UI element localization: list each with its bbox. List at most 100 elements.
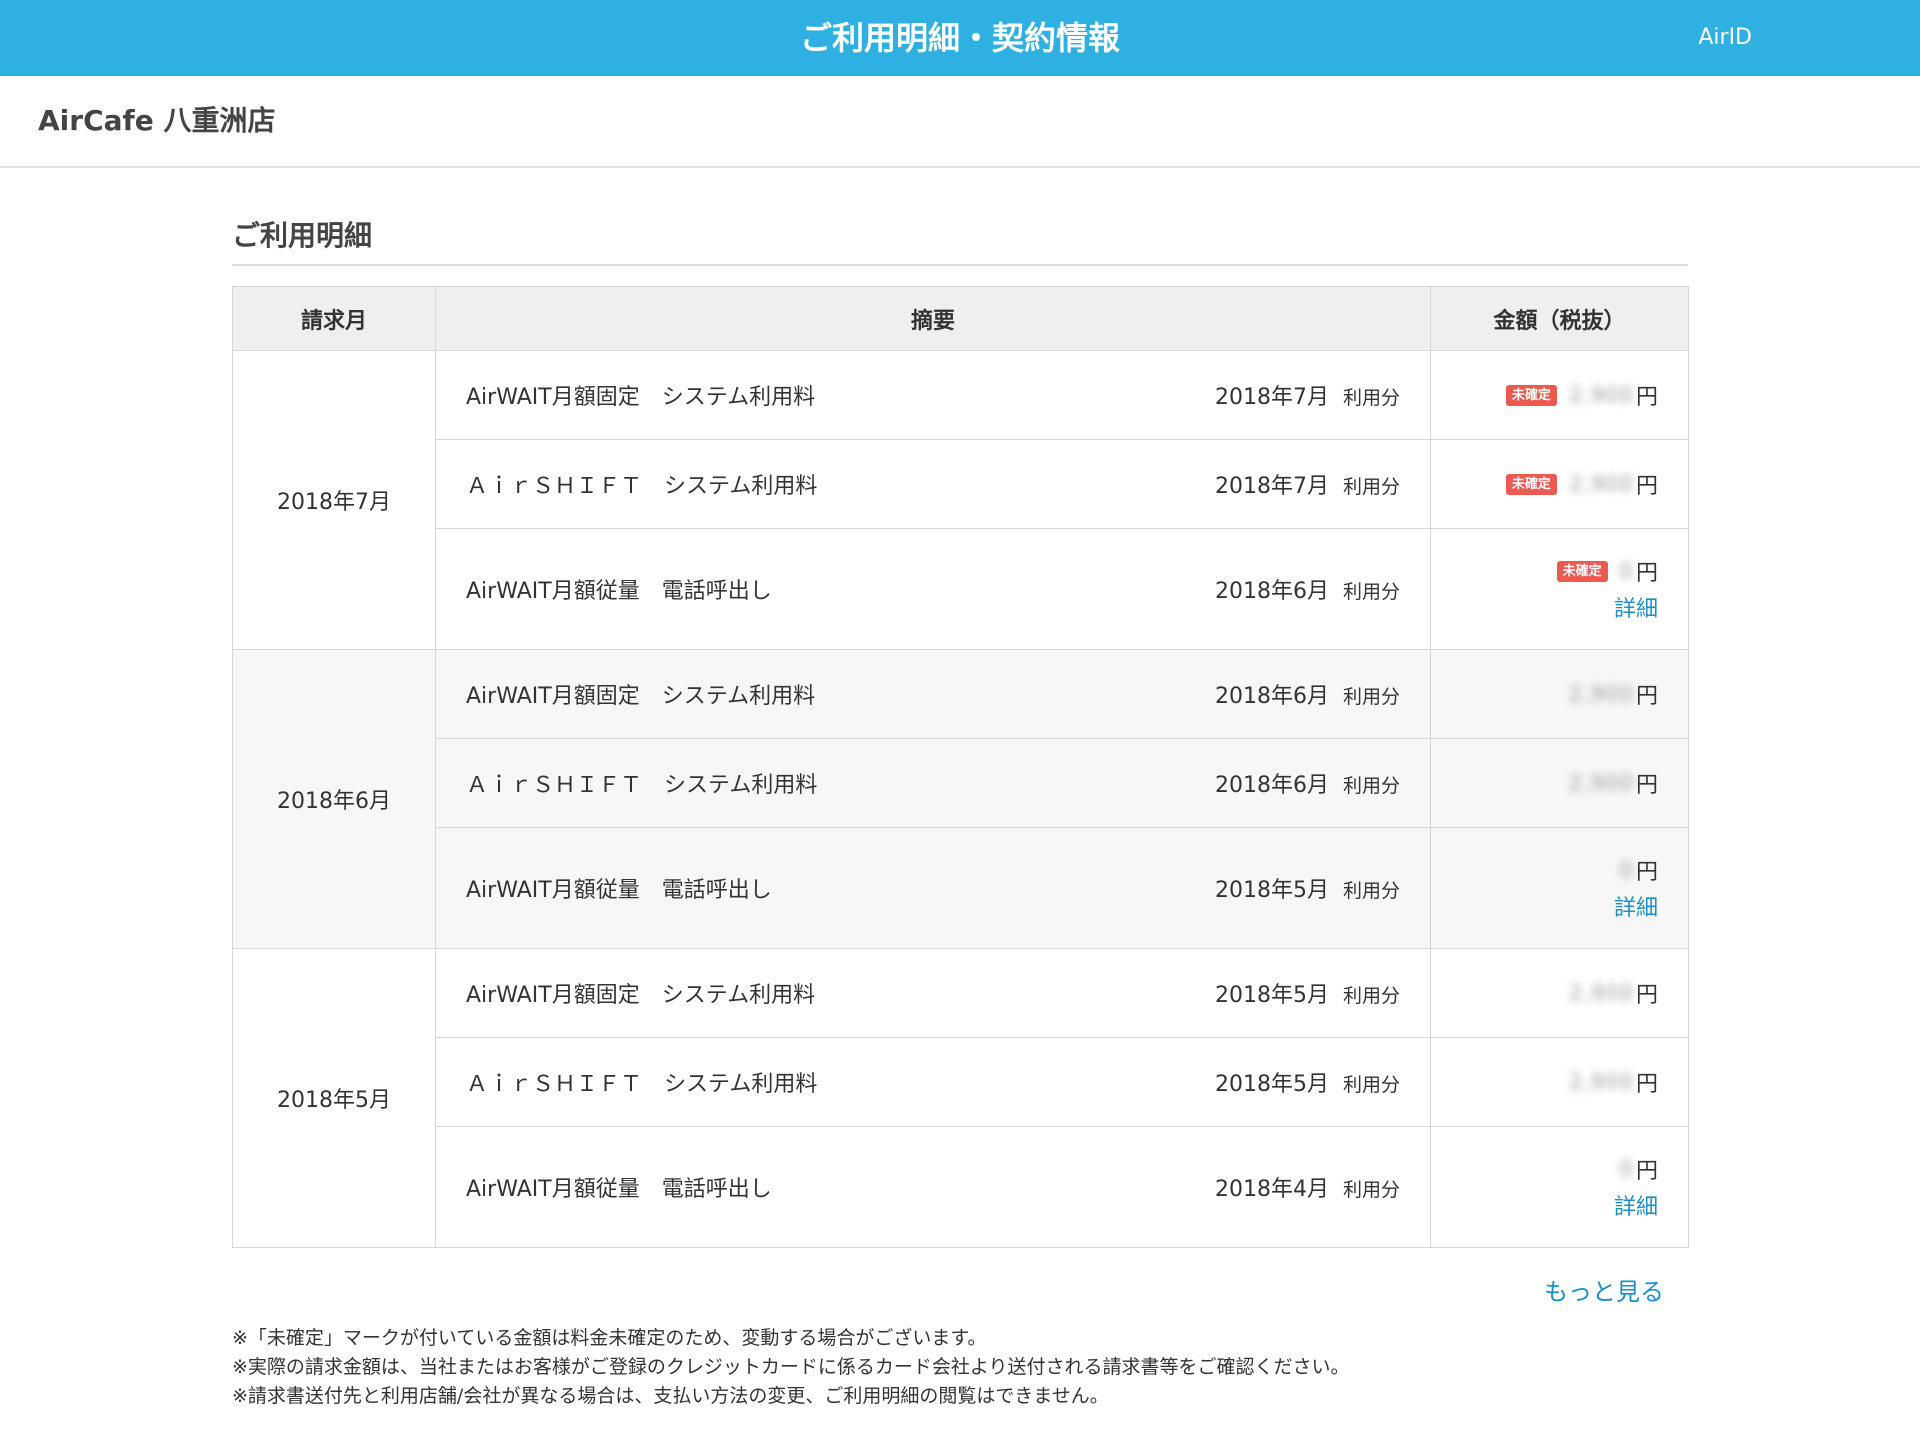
detail-link[interactable]: 詳細 xyxy=(1461,591,1658,623)
description-cell: ＡｉｒＳＨＩＦＴ システム利用料 2018年5月 利用分 xyxy=(435,1037,1431,1127)
service-name: AirWAIT月額従量 電話呼出し xyxy=(466,878,772,903)
service-name: AirWAIT月額固定 システム利用料 xyxy=(466,983,816,1008)
description-cell: ＡｉｒＳＨＩＦＴ システム利用料 2018年6月 利用分 xyxy=(435,738,1431,828)
usage-suffix: 利用分 xyxy=(1342,1179,1400,1201)
yen-unit: 円 xyxy=(1635,1072,1658,1097)
yen-unit: 円 xyxy=(1635,561,1658,586)
amount-cell: 2,900 円 xyxy=(1430,738,1689,828)
description-cell: AirWAIT月額固定 システム利用料 2018年5月 利用分 xyxy=(435,948,1431,1038)
yen-unit: 円 xyxy=(1635,474,1658,499)
yen-unit: 円 xyxy=(1635,385,1658,410)
description-cell: ＡｉｒＳＨＩＦＴ システム利用料 2018年7月 利用分 xyxy=(435,439,1431,529)
usage-period-month: 2018年6月 xyxy=(1214,684,1329,709)
table-row: 2018年5月 AirWAIT月額固定 システム利用料 2018年5月 利用分 2,90… xyxy=(232,948,1689,1248)
amount-value: 2,900 xyxy=(1568,981,1634,1005)
show-more-link[interactable]: もっと見る xyxy=(1544,1272,1664,1307)
table-header-row: 請求月 摘要 金額（税抜） xyxy=(232,286,1689,351)
amount-cell: 0 円詳細 xyxy=(1430,827,1689,949)
usage-suffix: 利用分 xyxy=(1342,686,1400,708)
usage-period: 2018年5月 利用分 xyxy=(1215,872,1400,904)
detail-link[interactable]: 詳細 xyxy=(1461,1189,1658,1221)
amount-cell: 2,900 円 xyxy=(1430,948,1689,1038)
table-row: AirWAIT月額従量 電話呼出し 2018年4月 利用分 0 円詳細 xyxy=(233,1126,1689,1248)
description-cell: AirWAIT月額従量 電話呼出し 2018年6月 利用分 xyxy=(435,528,1431,650)
yen-unit: 円 xyxy=(1635,1159,1658,1184)
store-name: AirCafe 八重洲店 xyxy=(38,104,276,137)
usage-period-month: 2018年5月 xyxy=(1214,1072,1329,1097)
note-line: ※「未確定」マークが付いている金額は料金未確定のため、変動する場合がございます。 xyxy=(232,1327,987,1349)
service-name: AirWAIT月額従量 電話呼出し xyxy=(466,579,772,604)
section-divider xyxy=(232,264,1688,266)
amount-value: 2,900 xyxy=(1568,1070,1634,1094)
column-header-description: 摘要 xyxy=(435,286,1431,351)
section-title: ご利用明細 xyxy=(232,219,373,252)
usage-period-month: 2018年5月 xyxy=(1214,878,1329,903)
usage-period: 2018年5月 利用分 xyxy=(1215,1066,1400,1098)
airid-link[interactable]: AirID xyxy=(1698,0,1752,76)
notes: ※「未確定」マークが付いている金額は料金未確定のため、変動する場合がございます。… xyxy=(232,1324,1350,1411)
service-name: AirWAIT月額従量 電話呼出し xyxy=(466,1177,772,1202)
top-header-bar: ご利用明細・契約情報 AirID xyxy=(0,0,1920,76)
usage-suffix: 利用分 xyxy=(1342,985,1400,1007)
usage-period-month: 2018年7月 xyxy=(1214,474,1329,499)
service-name: AirWAIT月額固定 システム利用料 xyxy=(466,385,816,410)
yen-unit: 円 xyxy=(1635,773,1658,798)
service-name: ＡｉｒＳＨＩＦＴ システム利用料 xyxy=(466,1072,818,1097)
usage-period-month: 2018年6月 xyxy=(1214,773,1329,798)
usage-period: 2018年6月 利用分 xyxy=(1215,678,1400,710)
description-cell: AirWAIT月額従量 電話呼出し 2018年5月 利用分 xyxy=(435,827,1431,949)
note-line: ※請求書送付先と利用店舗/会社が異なる場合は、支払い方法の変更、ご利用明細の閲覧… xyxy=(232,1385,1109,1407)
unconfirmed-badge: 未確定 xyxy=(1505,384,1557,406)
usage-period: 2018年6月 利用分 xyxy=(1215,573,1400,605)
usage-suffix: 利用分 xyxy=(1342,581,1400,603)
usage-period: 2018年4月 利用分 xyxy=(1215,1171,1400,1203)
usage-period-month: 2018年4月 xyxy=(1214,1177,1329,1202)
table-row: 2018年7月 AirWAIT月額固定 システム利用料 2018年7月 利用分 未確定 2… xyxy=(232,350,1689,650)
unconfirmed-badge: 未確定 xyxy=(1505,473,1557,495)
amount-cell: 2,900 円 xyxy=(1430,649,1689,739)
description-cell: AirWAIT月額従量 電話呼出し 2018年4月 利用分 xyxy=(435,1126,1431,1248)
usage-period-month: 2018年6月 xyxy=(1214,579,1329,604)
page-title: ご利用明細・契約情報 xyxy=(799,19,1120,57)
amount-cell: 未確定 2,900 円 xyxy=(1430,350,1689,440)
usage-period: 2018年7月 利用分 xyxy=(1215,379,1400,411)
column-header-amount: 金額（税抜） xyxy=(1430,286,1689,351)
service-name: ＡｉｒＳＨＩＦＴ システム利用料 xyxy=(466,474,818,499)
amount-value: 2,900 xyxy=(1568,383,1634,407)
description-cell: AirWAIT月額固定 システム利用料 2018年6月 利用分 xyxy=(435,649,1431,739)
usage-period: 2018年7月 利用分 xyxy=(1215,468,1400,500)
amount-value: 2,900 xyxy=(1568,472,1634,496)
amount-value: 2,900 xyxy=(1568,771,1634,795)
amount-cell: 未確定 2,900 円 xyxy=(1430,439,1689,529)
table-row: ＡｉｒＳＨＩＦＴ システム利用料 2018年6月 利用分 2,900 円 xyxy=(233,738,1689,828)
yen-unit: 円 xyxy=(1635,684,1658,709)
service-name: ＡｉｒＳＨＩＦＴ システム利用料 xyxy=(466,773,818,798)
billing-table: 請求月 摘要 金額（税抜） 2018年7月 AirWAIT月額固定 システム利用料… xyxy=(232,286,1689,1248)
amount-value: 0 xyxy=(1619,858,1634,882)
usage-suffix: 利用分 xyxy=(1342,1074,1400,1096)
billing-month: 2018年7月 xyxy=(232,350,436,650)
usage-period-month: 2018年7月 xyxy=(1214,385,1329,410)
usage-suffix: 利用分 xyxy=(1342,880,1400,902)
table-row: 2018年6月 AirWAIT月額固定 システム利用料 2018年6月 利用分 2,90… xyxy=(232,649,1689,949)
yen-unit: 円 xyxy=(1635,860,1658,885)
unconfirmed-badge: 未確定 xyxy=(1556,560,1608,582)
usage-suffix: 利用分 xyxy=(1342,476,1400,498)
amount-value: 0 xyxy=(1619,559,1634,583)
amount-cell: 2,900 円 xyxy=(1430,1037,1689,1127)
usage-suffix: 利用分 xyxy=(1342,775,1400,797)
billing-month: 2018年6月 xyxy=(232,649,436,949)
amount-cell: 0 円詳細 xyxy=(1430,1126,1689,1248)
yen-unit: 円 xyxy=(1635,983,1658,1008)
table-row: ＡｉｒＳＨＩＦＴ システム利用料 2018年7月 利用分 未確定 2,900 円 xyxy=(233,439,1689,529)
usage-suffix: 利用分 xyxy=(1342,387,1400,409)
table-row: ＡｉｒＳＨＩＦＴ システム利用料 2018年5月 利用分 2,900 円 xyxy=(233,1037,1689,1127)
amount-cell: 未確定 0 円詳細 xyxy=(1430,528,1689,650)
usage-period: 2018年6月 利用分 xyxy=(1215,767,1400,799)
detail-link[interactable]: 詳細 xyxy=(1461,890,1658,922)
note-line: ※実際の請求金額は、当社またはお客様がご登録のクレジットカードに係るカード会社よ… xyxy=(232,1356,1350,1378)
table-row: AirWAIT月額従量 電話呼出し 2018年5月 利用分 0 円詳細 xyxy=(233,827,1689,949)
billing-month: 2018年5月 xyxy=(232,948,436,1248)
usage-period-month: 2018年5月 xyxy=(1214,983,1329,1008)
service-name: AirWAIT月額固定 システム利用料 xyxy=(466,684,816,709)
